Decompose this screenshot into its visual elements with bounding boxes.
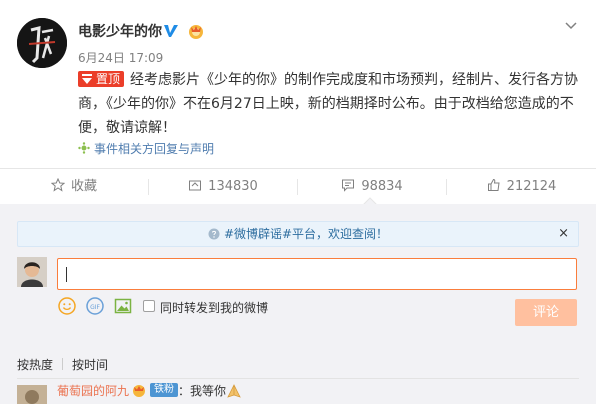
forward-count: 134830 [208, 179, 258, 194]
my-avatar[interactable] [17, 257, 47, 287]
sort-by-hot[interactable]: 按热度 [17, 358, 53, 372]
chevron-down-icon[interactable] [563, 17, 579, 33]
pinned-badge: 置顶 [78, 71, 125, 87]
post-time[interactable]: 6月24日 17:09 [78, 49, 163, 66]
action-bar: 收藏 134830 98834 212124 [0, 168, 596, 204]
smiley-icon [58, 297, 76, 315]
forward-button[interactable]: 134830 [149, 169, 297, 205]
weibo-post: 电影少年的你 6月24日 17:09 置顶 经考虑影片《少年的你》的制作完成度和市… [0, 0, 596, 168]
svg-text:GIF: GIF [90, 304, 100, 311]
user-photo-icon [17, 257, 47, 287]
emoji-button[interactable] [58, 297, 76, 315]
comment-input[interactable] [57, 258, 577, 290]
author-avatar[interactable] [17, 18, 67, 68]
divider [17, 378, 579, 379]
related-link[interactable]: 事件相关方回复与声明 [78, 140, 214, 157]
commenter-avatar[interactable] [17, 385, 47, 404]
notice-text[interactable]: #微博辟谣#平台，欢迎查阅！ [224, 227, 388, 241]
comment-section: #微博辟谣#平台，欢迎查阅！ × GIF 同时转发到我的微博 评论 按热度 按时间… [0, 204, 596, 404]
info-icon [208, 228, 220, 240]
commenter-name[interactable]: 葡萄园的阿九 [57, 382, 129, 399]
sort-options: 按热度 按时间 [17, 356, 108, 373]
post-text: 置顶 经考虑影片《少年的你》的制作完成度和市场预判，经制片、发行各方协商，《少年的… [78, 68, 583, 140]
praying-hands-emoji-icon [227, 384, 241, 398]
star-icon [50, 177, 66, 192]
gif-icon: GIF [86, 297, 104, 315]
close-icon[interactable]: × [558, 222, 569, 246]
post-body: 经考虑影片《少年的你》的制作完成度和市场预判，经制片、发行各方协商，《少年的你》… [78, 72, 579, 136]
vip-crown-icon [133, 385, 145, 397]
sparkle-icon [78, 142, 90, 154]
thumbs-up-icon [487, 178, 500, 191]
also-forward-label[interactable]: 同时转发到我的微博 [160, 299, 268, 316]
forward-icon [189, 180, 202, 191]
author-name[interactable]: 电影少年的你 [78, 21, 162, 41]
favorite-button[interactable]: 收藏 [0, 169, 148, 205]
rumor-notice: #微博辟谣#平台，欢迎查阅！ × [17, 221, 579, 247]
gif-button[interactable]: GIF [86, 297, 104, 315]
calligraphy-logo-icon [17, 18, 67, 68]
comment-icon [342, 179, 355, 192]
divider [62, 358, 64, 370]
text-cursor [66, 267, 67, 282]
comment-count: 98834 [361, 179, 403, 194]
fan-badge: 铁粉 [150, 383, 178, 397]
image-icon [114, 298, 132, 314]
user-photo-icon [17, 385, 47, 404]
image-button[interactable] [114, 297, 132, 315]
related-link-label: 事件相关方回复与声明 [94, 142, 215, 156]
favorite-label: 收藏 [70, 179, 97, 194]
also-forward-checkbox[interactable] [143, 300, 155, 312]
sort-by-time[interactable]: 按时间 [72, 358, 108, 372]
submit-comment-button[interactable]: 评论 [515, 299, 577, 326]
vip-crown-icon [189, 25, 203, 39]
comment-text: ：我等你 [178, 384, 227, 398]
verified-icon [164, 25, 178, 37]
like-button[interactable]: 212124 [447, 169, 596, 205]
like-count: 212124 [506, 179, 557, 194]
